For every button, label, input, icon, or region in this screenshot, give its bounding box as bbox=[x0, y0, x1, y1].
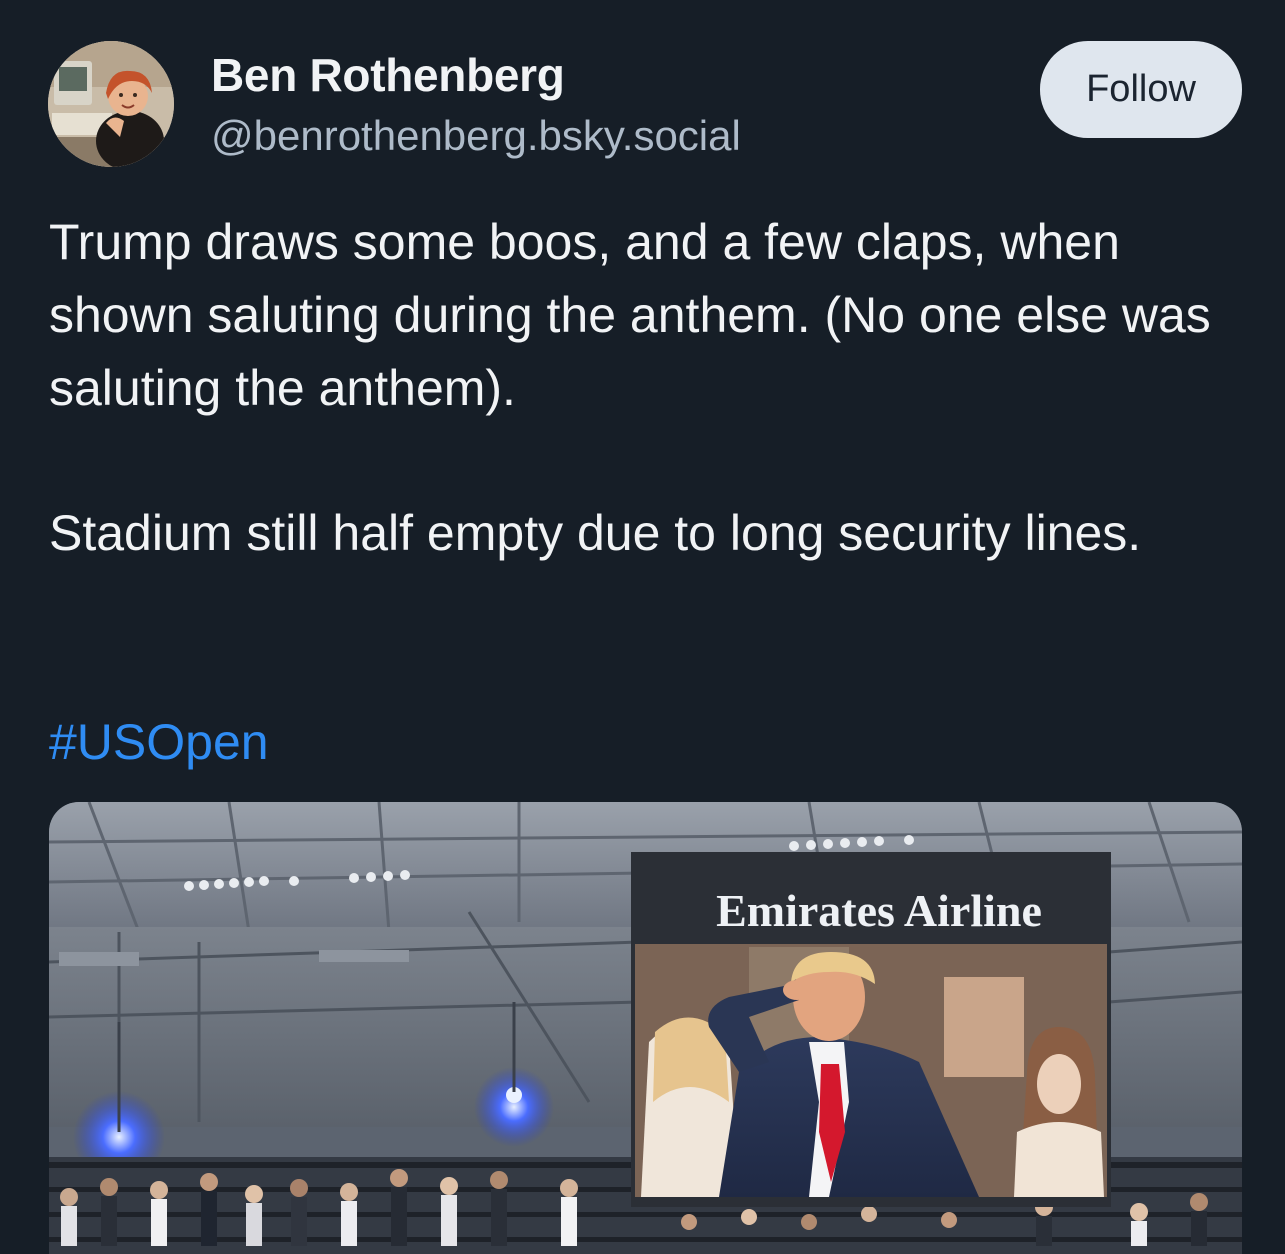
author-avatar[interactable] bbox=[48, 41, 174, 167]
author-display-name[interactable]: Ben Rothenberg bbox=[211, 48, 565, 102]
post-body: Trump draws some boos, and a few claps, … bbox=[49, 206, 1249, 570]
post-card: Ben Rothenberg @benrothenberg.bsky.socia… bbox=[0, 0, 1285, 1254]
stadium-scene-image bbox=[49, 802, 1242, 1254]
post-paragraph-2: Stadium still half empty due to long sec… bbox=[49, 505, 1142, 561]
follow-button[interactable]: Follow bbox=[1040, 41, 1242, 138]
author-handle[interactable]: @benrothenberg.bsky.social bbox=[211, 112, 741, 160]
hashtag-link[interactable]: #USOpen bbox=[49, 712, 269, 772]
jumbotron-sponsor-text: Emirates Airline bbox=[716, 885, 1042, 936]
post-media-video[interactable]: Emirates Airline bbox=[49, 802, 1242, 1254]
avatar-image bbox=[48, 41, 174, 167]
post-paragraph-1: Trump draws some boos, and a few claps, … bbox=[49, 214, 1211, 416]
